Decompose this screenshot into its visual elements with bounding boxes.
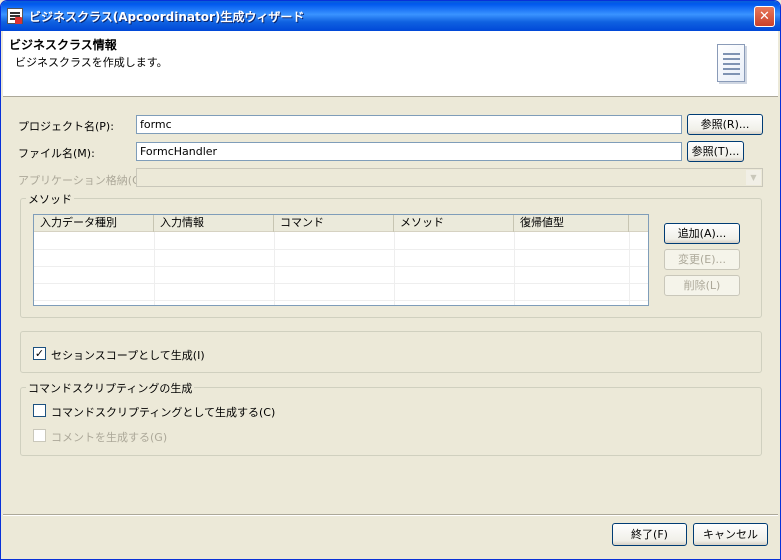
wizard-header: ビジネスクラス情報 ビジネスクラスを作成します。 <box>3 31 778 97</box>
grid-line <box>34 283 648 284</box>
add-method-button[interactable]: 追加(A)... <box>664 223 740 244</box>
cancel-button[interactable]: キャンセル <box>693 523 768 546</box>
wizard-window: ビジネスクラス(Apcoordinator)生成ウィザード ✕ ビジネスクラス情… <box>0 0 781 560</box>
file-browse-button[interactable]: 参照(T)... <box>687 141 744 162</box>
session-scope-label[interactable]: セションスコープとして生成(I) <box>51 347 205 363</box>
method-table[interactable]: 入力データ種別 入力情報 コマンド メソッド 復帰値型 <box>33 214 649 306</box>
delete-method-button[interactable]: 削除(L) <box>664 275 740 296</box>
app-storage-select[interactable]: ▼ <box>136 168 763 187</box>
command-scripting-checkbox[interactable] <box>33 404 46 417</box>
finish-button[interactable]: 終了(F) <box>612 523 687 546</box>
project-name-label: プロジェクト名(P): <box>18 120 114 133</box>
command-scripting-label[interactable]: コマンドスクリプティングとして生成する(C) <box>51 404 275 420</box>
method-table-header: 入力データ種別 入力情報 コマンド メソッド 復帰値型 <box>34 215 648 232</box>
close-button[interactable]: ✕ <box>754 6 775 27</box>
grid-line <box>629 232 630 305</box>
edit-method-button[interactable]: 変更(E)... <box>664 249 740 270</box>
project-name-input[interactable]: formc <box>136 115 682 134</box>
method-group-title: メソッド <box>26 191 74 207</box>
column-header-input-info[interactable]: 入力情報 <box>154 215 274 232</box>
generate-comment-checkbox[interactable] <box>33 429 46 442</box>
generate-comment-label: コメントを生成する(G) <box>51 431 168 444</box>
file-name-label: ファイル名(M): <box>18 147 95 160</box>
column-header-method[interactable]: メソッド <box>394 215 514 232</box>
grid-line <box>34 300 648 301</box>
column-header-return-type[interactable]: 復帰値型 <box>514 215 629 232</box>
grid-line <box>514 232 515 305</box>
grid-line <box>394 232 395 305</box>
column-header-input-data-type[interactable]: 入力データ種別 <box>34 215 154 232</box>
column-header-command[interactable]: コマンド <box>274 215 394 232</box>
project-browse-button[interactable]: 参照(R)... <box>687 114 763 135</box>
command-scripting-group-title: コマンドスクリプティングの生成 <box>26 380 195 396</box>
grid-line <box>34 249 648 250</box>
grid-line <box>34 266 648 267</box>
page-title: ビジネスクラス情報 <box>9 38 117 52</box>
file-name-input[interactable]: FormcHandler <box>136 142 682 161</box>
footer-divider <box>3 514 778 515</box>
session-scope-checkbox[interactable]: ✓ <box>33 347 46 360</box>
grid-line <box>154 232 155 305</box>
app-icon <box>7 8 23 24</box>
app-storage-label: アプリケーション格納(O): <box>18 174 149 187</box>
chevron-down-icon[interactable]: ▼ <box>746 170 761 185</box>
grid-line <box>274 232 275 305</box>
document-icon <box>717 44 745 82</box>
window-title: ビジネスクラス(Apcoordinator)生成ウィザード <box>29 10 305 24</box>
title-bar[interactable]: ビジネスクラス(Apcoordinator)生成ウィザード ✕ <box>1 1 780 31</box>
command-scripting-group <box>20 387 762 456</box>
page-description: ビジネスクラスを作成します。 <box>15 56 168 69</box>
